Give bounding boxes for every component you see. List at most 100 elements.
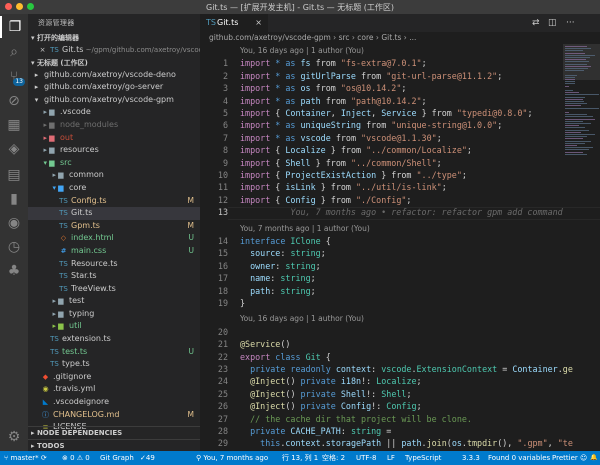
close-tab-icon[interactable]: × (255, 14, 262, 32)
eol-status[interactable]: LF (387, 451, 395, 465)
code-line[interactable]: import { ProjectExistAction } from "../t… (240, 170, 467, 180)
ts-version[interactable]: 3.3.3 (462, 451, 480, 465)
code-line[interactable]: private CACHE_PATH: string = (240, 426, 391, 436)
tree-file[interactable]: TS type.ts (28, 358, 200, 371)
window-controls[interactable] (5, 3, 34, 10)
workspace-header[interactable]: ▾ 无标题 (工作区) (28, 57, 200, 69)
tree-folder[interactable]: ▸ ▆ util (28, 320, 200, 333)
branch-status[interactable]: ⑂ master* ⟳ (4, 451, 47, 465)
language-mode[interactable]: TypeScript (405, 451, 441, 465)
minimize-window-button[interactable] (16, 3, 23, 10)
problems-status[interactable]: ⊗ 0 ⚠ 0 (62, 451, 90, 465)
code-editor[interactable]: You, 16 days ago | 1 author (You) 1 import… (200, 44, 600, 451)
code-line[interactable]: this.context.storagePath || path.join(os… (240, 438, 573, 448)
tree-folder[interactable]: ▸ ▆ .vscode (28, 106, 200, 119)
code-line[interactable]: private readonly context: vscode.Extensi… (240, 364, 573, 374)
code-line[interactable]: export class Git { (240, 352, 331, 362)
more-actions-icon[interactable]: ··· (566, 14, 575, 32)
tree-file[interactable]: ⓘ CHANGELOG.md M (28, 409, 200, 422)
tree-file[interactable]: ◆ .gitignore (28, 371, 200, 384)
tree-file[interactable]: ◇ index.html U (28, 232, 200, 245)
code-line[interactable]: import { Localize } from "../common/Loca… (240, 145, 472, 155)
workspace-root-folder[interactable]: ▸ github.com/axetroy/vscode-deno (28, 69, 200, 82)
blame-status[interactable]: ⚲ You, 7 months ago (196, 451, 268, 465)
breadcrumb-item[interactable]: Git.ts (381, 33, 401, 42)
close-editor-icon[interactable]: × (38, 44, 47, 57)
code-line[interactable]: interface IClone { (240, 236, 331, 246)
tree-folder[interactable]: ▸ ▆ node_modules (28, 119, 200, 132)
breadcrumb-item[interactable]: github.com/axetroy/vscode-gpm (209, 33, 331, 42)
tree-file[interactable]: TS Config.ts M (28, 195, 200, 208)
tree-file[interactable]: TS Git.ts (28, 207, 200, 220)
tree-folder[interactable]: ▸ ▆ resources (28, 144, 200, 157)
history-icon[interactable]: ◷ (0, 236, 28, 258)
code-line[interactable]: } (240, 298, 245, 308)
encoding-status[interactable]: UTF-8 (356, 451, 376, 465)
code-line[interactable]: @Service() (240, 339, 290, 349)
tree-file[interactable]: # main.css U (28, 245, 200, 258)
zoom-window-button[interactable] (27, 3, 34, 10)
close-window-button[interactable] (5, 3, 12, 10)
code-line[interactable]: import * as fs from "fs-extra@7.0.1"; (240, 58, 427, 68)
tab-git-ts[interactable]: TS Git.ts × (200, 14, 268, 32)
breadcrumb-item[interactable]: core (357, 33, 373, 42)
code-line[interactable]: // the cache dir that project will be cl… (240, 414, 472, 424)
code-line[interactable]: @Inject() private i18n!: Localize; (240, 376, 422, 386)
tree-file[interactable]: ◣ .vscodeignore (28, 396, 200, 409)
variables-status[interactable]: Found 0 variables (488, 451, 550, 465)
code-line[interactable]: import * as path from "path@10.14.2"; (240, 96, 427, 106)
sidebar-section-node-dependencies[interactable]: ▸ NODE DEPENDENCIES (28, 427, 200, 439)
tree-folder[interactable]: ▾ ▆ core (28, 182, 200, 195)
tree-file[interactable]: TS Star.ts (28, 270, 200, 283)
feedback-icon[interactable]: ☺ (580, 451, 587, 465)
code-line[interactable]: You, 7 months ago • refactor: refactor g… (240, 207, 562, 217)
explorer-icon[interactable]: ❐ (0, 16, 28, 38)
tree-file[interactable]: TS Resource.ts (28, 258, 200, 271)
open-changes-icon[interactable]: ⇄ (532, 14, 540, 32)
code-line[interactable]: path: string; (240, 286, 316, 296)
search-icon[interactable]: ⌕ (0, 41, 28, 63)
docker-icon[interactable]: ▤ (0, 164, 28, 186)
code-line[interactable]: import * as vscode from "vscode@1.1.30"; (240, 133, 442, 143)
git-graph-icon[interactable]: ◉ (0, 212, 28, 234)
tree-file[interactable]: TS TreeView.ts (28, 283, 200, 296)
git-count-status[interactable]: ✓49 (140, 451, 155, 465)
code-line[interactable]: @Inject() private Config!: Config; (240, 401, 422, 411)
open-editors-header[interactable]: ▾ 打开的编辑器 (28, 32, 200, 44)
code-line[interactable]: import { Config } from "./Config"; (240, 195, 411, 205)
source-control-icon[interactable]: ⑂ 13 (0, 66, 28, 88)
code-line[interactable]: @Inject() private Shell!: Shell; (240, 389, 411, 399)
tree-file[interactable]: TS Gpm.ts M (28, 220, 200, 233)
code-line[interactable]: import * as uniqueString from "unique-st… (240, 120, 502, 130)
tree-folder[interactable]: ▸ ▆ test (28, 295, 200, 308)
workspace-root-folder[interactable]: ▾ github.com/axetroy/vscode-gpm (28, 94, 200, 107)
prettier-status[interactable]: Prettier (552, 451, 578, 465)
tree-folder[interactable]: ▸ ▆ typing (28, 308, 200, 321)
code-line[interactable]: import { Shell } from "../common/Shell"; (240, 158, 442, 168)
tree-file[interactable]: TS test.ts U (28, 346, 200, 359)
code-line[interactable]: owner: string; (240, 261, 321, 271)
code-line[interactable]: source: string; (240, 248, 326, 258)
git-graph-status[interactable]: Git Graph (100, 451, 134, 465)
tree-file[interactable]: ◉ .travis.yml (28, 383, 200, 396)
tree-icon[interactable]: ♣ (0, 260, 28, 282)
tree-folder[interactable]: ▸ ▆ out (28, 132, 200, 145)
bookmark-icon[interactable]: ▮ (0, 188, 28, 210)
code-line[interactable]: import * as gitUrlParse from "git-url-pa… (240, 71, 502, 81)
debug-icon[interactable]: ⊘ (0, 90, 28, 112)
layers-icon[interactable]: ◈ (0, 138, 28, 160)
code-line[interactable]: import * as os from "os@10.14.2"; (240, 83, 406, 93)
indentation-status[interactable]: 空格: 2 (322, 451, 345, 465)
sidebar-section-todos[interactable]: ▸ TODOS (28, 439, 200, 451)
workspace-root-folder[interactable]: ▸ github.com/axetroy/go-server (28, 81, 200, 94)
codelens-blame[interactable]: You, 16 days ago | 1 author (You) (240, 46, 364, 55)
open-editor-item[interactable]: ×TSGit.ts ~/gpm/github.com/axetroy/vscod… (28, 44, 200, 57)
tree-folder[interactable]: ▾ ▆ src (28, 157, 200, 170)
tree-folder[interactable]: ▸ ▆ common (28, 169, 200, 182)
code-line[interactable]: name: string; (240, 273, 316, 283)
code-line[interactable]: import { isLink } from "../util/is-link"… (240, 182, 447, 192)
breadcrumb-item[interactable]: ... (409, 33, 416, 42)
notifications-bell-icon[interactable]: 🔔 (590, 451, 597, 465)
codelens-blame[interactable]: You, 7 months ago | 1 author (You) (240, 224, 370, 233)
cursor-position[interactable]: 行 13, 列 1 (282, 451, 318, 465)
